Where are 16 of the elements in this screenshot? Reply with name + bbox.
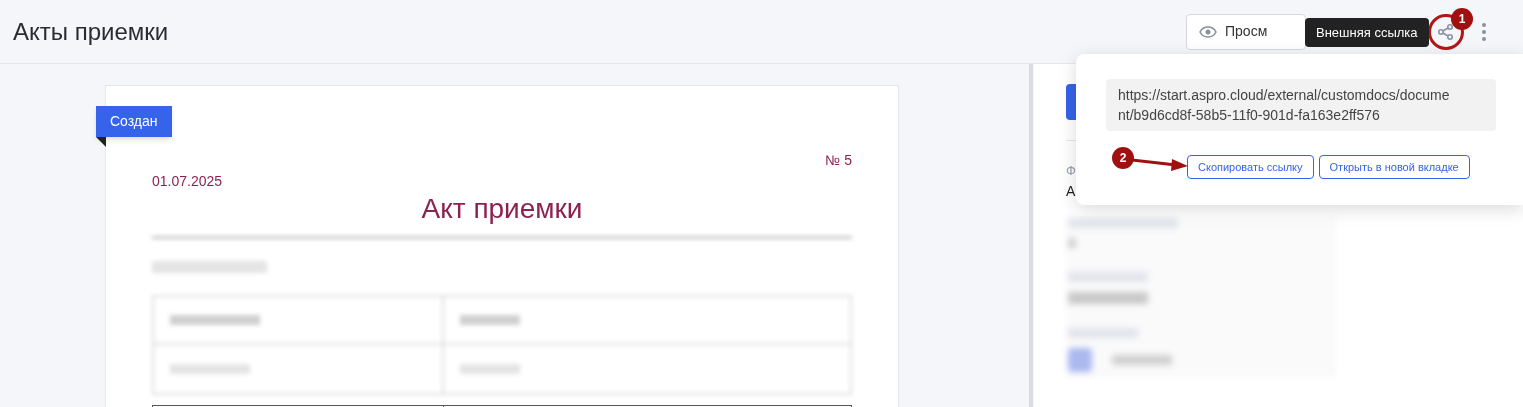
field-label: Ф [1066,162,1076,180]
document-number: № 5 [825,151,852,170]
field-value: А [1066,181,1076,201]
share-icon [1437,22,1455,41]
url-field[interactable]: https://start.aspro.cloud/external/customdocs/document/b9d6cd8f-58b5-11f0-901d-fa163e2ff576 [1106,79,1496,131]
document-date: 01.07.2025 [152,172,223,191]
open-new-tab-button[interactable]: Открыть в новой вкладке [1318,155,1470,179]
document-title: Акт приемки [421,192,583,226]
copy-link-button[interactable]: Скопировать ссылку [1187,155,1314,179]
pointer-arrow [1132,156,1188,172]
ribbon-fold-icon [96,137,106,147]
eye-icon [1199,25,1217,38]
tooltip: Внешняя ссылка [1305,18,1429,47]
view-button[interactable]: Просм [1186,13,1306,50]
page-title: Акты приемки [13,16,169,47]
status-ribbon: Создан [96,106,172,137]
